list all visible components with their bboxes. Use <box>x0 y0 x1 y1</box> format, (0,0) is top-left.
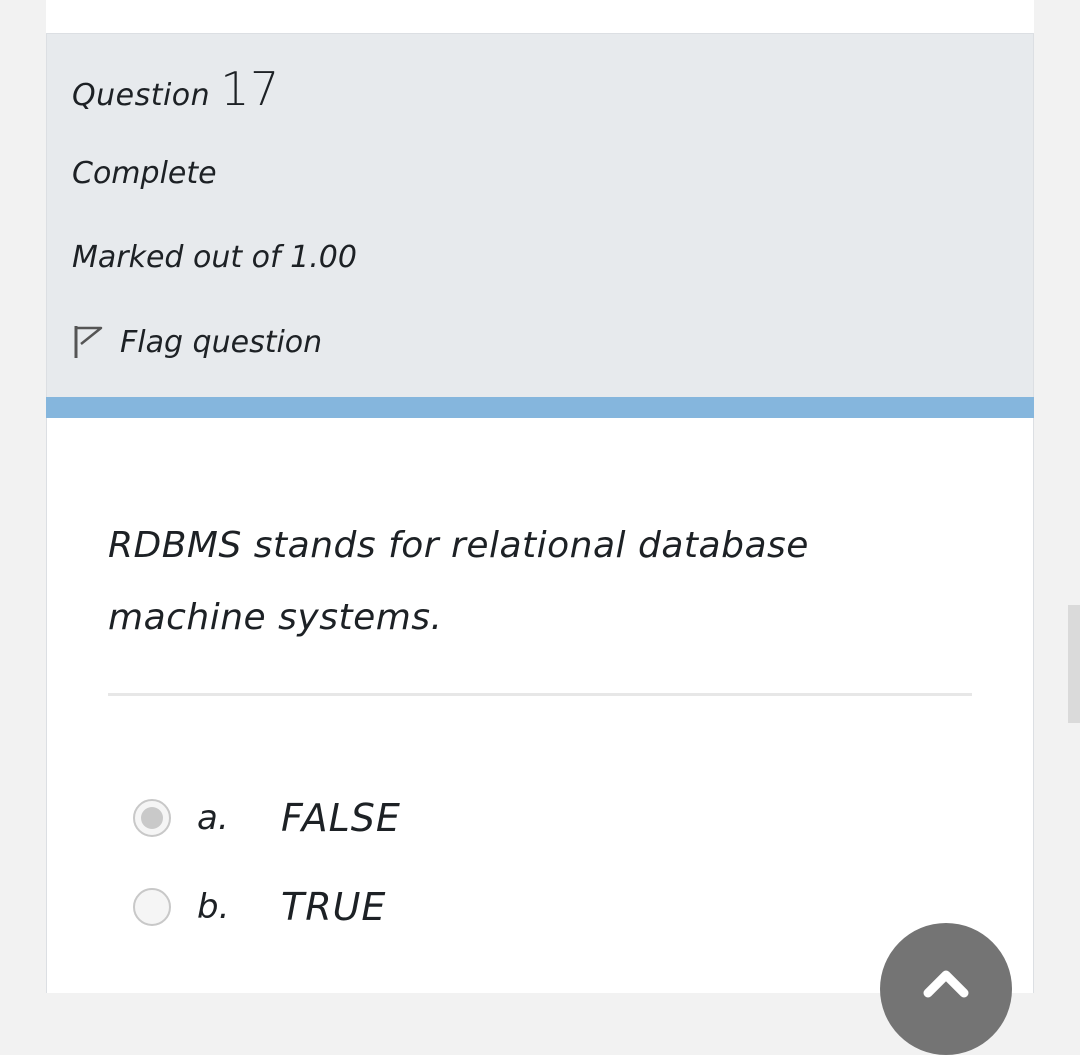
answer-b-radio[interactable] <box>133 888 171 926</box>
answer-a-text: FALSE <box>281 796 401 840</box>
answer-a-radio[interactable] <box>133 799 171 837</box>
question-number-label: Question <box>72 78 211 113</box>
question-state: Complete <box>72 156 217 191</box>
scrollbar-thumb[interactable] <box>1068 605 1080 723</box>
answer-b-text: TRUE <box>281 885 387 929</box>
question-grade: Marked out of 1.00 <box>72 240 357 275</box>
previous-question-card <box>46 0 1034 33</box>
answer-divider <box>108 693 972 696</box>
answer-b-letter: b. <box>197 887 230 927</box>
answer-a-letter: a. <box>197 798 229 838</box>
flag-question-link[interactable]: Flag question <box>72 324 322 360</box>
question-info-panel: Question 17 Complete Marked out of 1.00 … <box>46 33 1034 398</box>
flag-icon <box>72 324 104 360</box>
question-number: Question 17 <box>72 62 280 116</box>
flag-question-label: Flag question <box>120 324 323 360</box>
answer-option-a[interactable]: a. FALSE <box>133 796 401 840</box>
question-content: RDBMS stands for relational database mac… <box>46 418 1034 993</box>
chevron-up-icon <box>923 970 969 998</box>
question-content-top-bar <box>46 397 1034 418</box>
answer-option-b[interactable]: b. TRUE <box>133 885 386 929</box>
back-to-top-button[interactable] <box>880 923 1012 1055</box>
question-number-value: 17 <box>220 62 280 116</box>
question-text: RDBMS stands for relational database mac… <box>108 525 809 638</box>
